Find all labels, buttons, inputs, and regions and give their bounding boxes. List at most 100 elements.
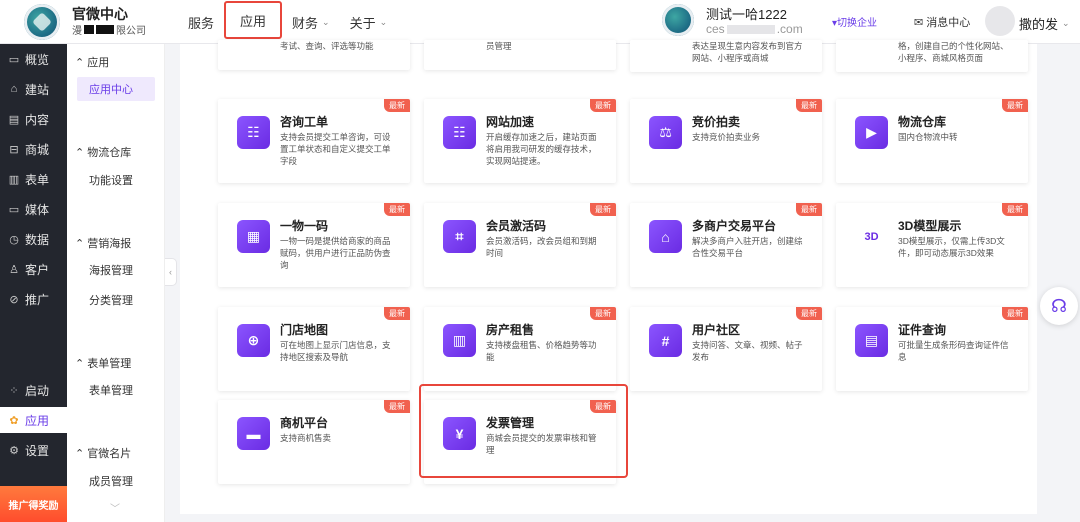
account-domain: ces .com bbox=[706, 22, 803, 36]
sub-item-category-manage[interactable]: 分类管理 bbox=[77, 288, 155, 312]
store-icon: ⌂ bbox=[649, 220, 682, 253]
sidebar-item-media[interactable]: ▭ 媒体 bbox=[0, 196, 67, 222]
map-pin-icon: ⊕ bbox=[237, 324, 270, 357]
app-card[interactable]: 员管理 bbox=[424, 40, 616, 70]
new-badge: 最新 bbox=[590, 99, 616, 112]
gear-icon: ⚙ bbox=[9, 444, 19, 457]
app-center-panel: 考试、查询、评选等功能 员管理 表达呈现生意内容发布到官方网站、小程序或商城 格… bbox=[180, 40, 1037, 514]
nav-about[interactable]: 关于 ⌄ bbox=[340, 0, 398, 44]
message-center-button[interactable]: ✉ 消息中心 bbox=[914, 14, 970, 30]
user-menu[interactable]: 撒的发 ⌄ bbox=[1019, 14, 1070, 33]
new-badge: 最新 bbox=[590, 203, 616, 216]
group-title[interactable]: ⌃ 官微名片 bbox=[75, 445, 131, 461]
app-card[interactable]: 格，创建自己的个性化网站、小程序、商城风格页面 bbox=[836, 40, 1028, 72]
ticket-icon: ☷ bbox=[237, 116, 270, 149]
certificate-icon: ▤ bbox=[855, 324, 888, 357]
switch-company-button[interactable]: ▾切换企业 bbox=[832, 14, 877, 29]
sidebar-item-forms[interactable]: ▥ 表单 bbox=[0, 166, 67, 192]
account-name: 测试一哈1222 bbox=[706, 7, 787, 22]
sidebar-item-mall[interactable]: ⊟ 商城 bbox=[0, 136, 67, 162]
app-card-activation-code[interactable]: 最新 ⌗ 会员激活码 会员激活码，改会员组和到期时间 bbox=[424, 203, 616, 287]
sidebar-item-data[interactable]: ◷ 数据 bbox=[0, 226, 67, 252]
sub-item-poster-manage[interactable]: 海报管理 bbox=[77, 258, 155, 282]
sub-item-function-settings[interactable]: 功能设置 bbox=[77, 168, 155, 192]
brand-logo[interactable] bbox=[24, 4, 60, 40]
sidebar-item-site[interactable]: ⌂ 建站 bbox=[0, 76, 67, 102]
truck-icon: ▶ bbox=[855, 116, 888, 149]
shop-icon: ⊟ bbox=[9, 143, 19, 156]
group-title[interactable]: ⌃ 物流仓库 bbox=[75, 144, 131, 160]
new-badge: 最新 bbox=[384, 203, 410, 216]
new-badge: 最新 bbox=[1002, 99, 1028, 112]
new-badge: 最新 bbox=[796, 307, 822, 320]
gavel-icon: ⚖ bbox=[649, 116, 682, 149]
chevron-down-icon: ⌄ bbox=[379, 16, 388, 27]
group-title[interactable]: ⌃ 应用 bbox=[75, 54, 109, 70]
app-card-3d-model[interactable]: 最新 3D 3D模型展示 3D模型展示，仅需上传3D文件，即可动态展示3D效果 bbox=[836, 203, 1028, 287]
form-icon: ▥ bbox=[8, 173, 20, 186]
sub-item-member-manage[interactable]: 成员管理 bbox=[77, 469, 155, 493]
app-card-site-speed[interactable]: 最新 ☷ 网站加速 开启缓存加速之后，建站页面将启用我司研发的缓存技术，实现网站… bbox=[424, 99, 616, 183]
sidebar-item-customers[interactable]: ♙ 客户 bbox=[0, 256, 67, 282]
new-badge: 最新 bbox=[796, 99, 822, 112]
promo-banner[interactable]: 推广得奖励 bbox=[0, 486, 67, 522]
avatar[interactable] bbox=[985, 6, 1015, 36]
chevron-up-icon: ⌃ bbox=[75, 237, 85, 250]
app-card-multi-merchant[interactable]: 最新 ⌂ 多商户交易平台 解决多商户入驻开店，创建综合性交易平台 bbox=[630, 203, 822, 287]
app-card-certificate[interactable]: 最新 ▤ 证件查询 可批量生成条形码查询证件信息 bbox=[836, 307, 1028, 391]
nav-finance[interactable]: 财务 ⌄ bbox=[282, 0, 340, 44]
sidebar-item-launch[interactable]: ⁘ 启动 bbox=[0, 377, 67, 403]
new-badge: 最新 bbox=[384, 99, 410, 112]
new-badge: 最新 bbox=[796, 203, 822, 216]
app-card-business-opportunity[interactable]: 最新 ▬ 商机平台 支持商机售卖 bbox=[218, 400, 410, 484]
top-bar: 官微中心 漫 限公司 服务 应用 财务 ⌄ 关于 ⌄ 测试一哈1222 ces .co… bbox=[0, 0, 1080, 44]
user-icon: ♙ bbox=[9, 263, 19, 276]
media-icon: ▭ bbox=[8, 203, 20, 216]
sidebar-item-apps[interactable]: ✿ 应用 bbox=[0, 407, 67, 433]
group-title[interactable]: ⌃ 营销海报 bbox=[75, 235, 131, 251]
chevron-up-icon: ⌃ bbox=[75, 56, 85, 69]
link-icon: ⊘ bbox=[9, 293, 19, 306]
app-card-real-estate[interactable]: 最新 ▥ 房产租售 支持楼盘租售、价格趋势等功能 bbox=[424, 307, 616, 391]
sidebar-item-settings[interactable]: ⚙ 设置 bbox=[0, 437, 67, 463]
sub-item-form-manage[interactable]: 表单管理 bbox=[77, 378, 155, 402]
document-icon: ▤ bbox=[8, 113, 20, 126]
chevron-down-icon: ⌄ bbox=[1062, 18, 1070, 28]
app-card[interactable]: 考试、查询、评选等功能 bbox=[218, 40, 410, 70]
account-logo[interactable] bbox=[662, 4, 694, 36]
brand-company: 漫 限公司 bbox=[72, 25, 146, 37]
3d-icon: 3D bbox=[855, 220, 888, 253]
app-card-store-map[interactable]: 最新 ⊕ 门店地图 可在地图上显示门店信息，支持地区搜索及导航 bbox=[218, 307, 410, 391]
sidebar-item-promotion[interactable]: ⊘ 推广 bbox=[0, 286, 67, 312]
nav-service[interactable]: 服务 bbox=[178, 0, 224, 44]
group-title[interactable]: ⌃ 表单管理 bbox=[75, 355, 131, 371]
nav-apps[interactable]: 应用 bbox=[224, 1, 283, 39]
app-card[interactable]: 表达呈现生意内容发布到官方网站、小程序或商城 bbox=[630, 40, 822, 72]
sub-item-app-center[interactable]: 应用中心 bbox=[77, 77, 155, 101]
speed-icon: ☷ bbox=[443, 116, 476, 149]
chevron-left-icon: ‹ bbox=[169, 267, 172, 277]
clock-icon: ◷ bbox=[9, 233, 19, 246]
app-card-community[interactable]: 最新 # 用户社区 支持问答、文章、视频、帖子发布 bbox=[630, 307, 822, 391]
collapse-sidebar-button[interactable]: ‹ bbox=[165, 258, 177, 286]
redaction-mask bbox=[84, 25, 94, 34]
sidebar-item-content[interactable]: ▤ 内容 bbox=[0, 106, 67, 132]
main-sidebar: ▭ 概览 ⌂ 建站 ▤ 内容 ⊟ 商城 ▥ 表单 ▭ 媒体 ◷ 数据 ♙ 客户 ⊘ 推广 ⁘ 启动 … bbox=[0, 44, 67, 522]
chevron-up-icon: ⌃ bbox=[75, 447, 85, 460]
app-card-ticket[interactable]: 最新 ☷ 咨询工单 支持会员提交工单咨询，可设置工单状态和自定义提交工单字段 bbox=[218, 99, 410, 183]
new-badge: 最新 bbox=[384, 400, 410, 413]
chevron-down-icon: ⌄ bbox=[322, 16, 330, 27]
app-card-one-code[interactable]: 最新 ▦ 一物一码 一物一码是提供给商家的商品赋码，供用户进行正品防伪查询 bbox=[218, 203, 410, 287]
customer-service-icon[interactable]: ☊ bbox=[1040, 287, 1078, 325]
chevron-down-icon[interactable]: ﹀ bbox=[110, 500, 120, 515]
chevron-up-icon: ⌃ bbox=[75, 357, 85, 370]
sidebar-item-overview[interactable]: ▭ 概览 bbox=[0, 46, 67, 72]
app-card-auction[interactable]: 最新 ⚖ 竞价拍卖 支持竞价拍卖业务 bbox=[630, 99, 822, 183]
new-badge: 最新 bbox=[1002, 307, 1028, 320]
new-badge: 最新 bbox=[384, 307, 410, 320]
home-icon: ⌂ bbox=[10, 83, 18, 95]
redaction-mask bbox=[726, 24, 775, 34]
mail-icon: ✉ bbox=[914, 16, 924, 29]
new-badge: 最新 bbox=[1002, 203, 1028, 216]
app-card-logistics[interactable]: 最新 ▶ 物流仓库 国内仓物流中转 bbox=[836, 99, 1028, 183]
